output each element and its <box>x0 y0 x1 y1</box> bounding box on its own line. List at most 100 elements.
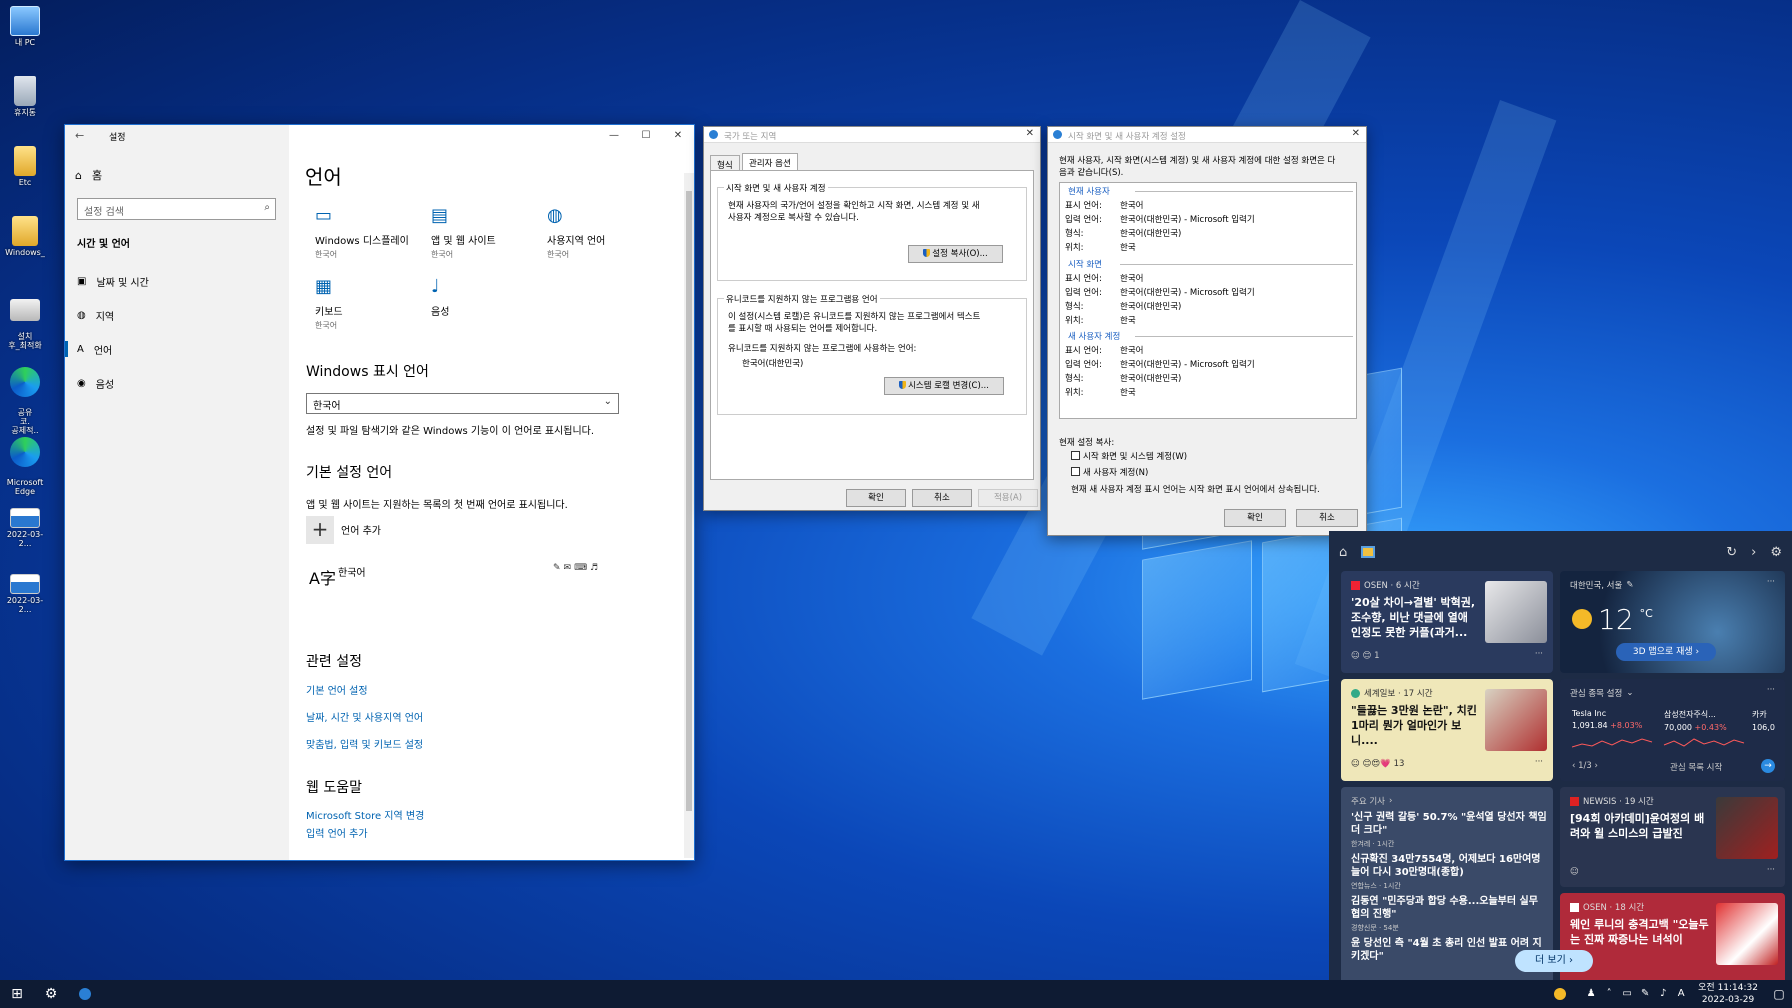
news-card[interactable]: 세계일보 · 17 시간 "들끓는 3만원 논란", 치킨 1마리 뭔가 얼마인… <box>1341 679 1553 781</box>
more-options-icon[interactable]: ··· <box>1767 577 1775 587</box>
desktop-icon-setup[interactable]: 설치 후_최적화 <box>2 290 48 350</box>
more-options-icon[interactable]: ··· <box>1535 757 1543 767</box>
weather-sun-icon[interactable] <box>1554 988 1567 1000</box>
tile-keyboard[interactable]: ▦ 키보드 한국어 <box>315 278 425 332</box>
apply-button[interactable]: 적용(A) <box>978 489 1038 507</box>
checkbox-welcome-system[interactable]: 시작 화면 및 시스템 계정(W) <box>1071 450 1187 462</box>
home-icon[interactable]: ⌂ <box>1339 545 1347 560</box>
cancel-button[interactable]: 취소 <box>1296 509 1358 527</box>
news-card[interactable]: NEWSIS · 19 시간 [94회 아카데미]윤여정의 배려와 윌 스미스의… <box>1560 787 1785 887</box>
nav-date-time[interactable]: ▣ 날짜 및 시간 <box>65 266 289 296</box>
globe-icon: ◍ <box>77 309 86 321</box>
settings-title: 설정 <box>109 133 126 143</box>
scrollbar[interactable] <box>684 173 694 858</box>
tile-apps-websites[interactable]: ▤ 앱 및 웹 사이트 한국어 <box>431 207 541 261</box>
add-language-label[interactable]: 언어 추가 <box>341 522 381 537</box>
prev-icon[interactable]: ‹ <box>1572 761 1575 771</box>
next-icon[interactable]: › <box>1595 761 1598 771</box>
desktop-icon-etc[interactable]: Etc <box>2 146 48 187</box>
arrow-right-icon[interactable]: → <box>1761 759 1775 773</box>
more-options-icon[interactable]: ··· <box>1767 685 1775 695</box>
news-photo <box>1485 689 1547 751</box>
top-story-1[interactable]: '신구 권력 갈등' 50.7% "윤석열 당선자 책임 더 크다" <box>1351 811 1547 837</box>
settings-search-input[interactable]: 설정 검색 ⌕ <box>77 198 276 220</box>
link-date-time-region[interactable]: 날짜, 시간 및 사용지역 언어 <box>306 709 423 724</box>
nav-home[interactable]: ⌂ 홈 <box>75 167 102 183</box>
gear-icon[interactable]: ⚙ <box>1770 545 1782 560</box>
checkbox-new-users[interactable]: 새 사용자 계정(N) <box>1071 466 1148 478</box>
checkbox-icon <box>1071 451 1080 460</box>
news-card[interactable]: OSEN · 6 시간 '20살 차이→결별' 박혁권, 조수향, 비난 댓글에… <box>1341 571 1553 673</box>
notification-icon[interactable]: ▢ <box>1766 987 1792 1001</box>
more-options-icon[interactable]: ··· <box>1767 865 1775 875</box>
nav-speech[interactable]: ◉ 음성 <box>65 368 289 398</box>
pc-icon <box>10 6 40 36</box>
show-more-button[interactable]: 더 보기 › <box>1515 950 1593 972</box>
desktop-icon-mypc[interactable]: 내 PC <box>2 6 48 47</box>
current-system-locale: 한국어(대한민국) <box>742 359 804 369</box>
close-button[interactable]: ✕ <box>1352 128 1360 139</box>
ok-button[interactable]: 확인 <box>846 489 906 507</box>
volume-icon[interactable]: ♪ <box>1656 987 1670 1001</box>
start-button[interactable]: ⊞ <box>0 980 34 1008</box>
ime-icon[interactable]: A <box>1674 987 1688 1001</box>
chevron-up-icon[interactable]: ˄ <box>1602 987 1616 1001</box>
tile-speech[interactable]: ♩ 음성 <box>431 278 541 319</box>
language-item[interactable]: 한국어 <box>338 564 366 579</box>
close-button[interactable]: ✕ <box>1026 128 1034 139</box>
watchlist-card[interactable]: 관심 종목 설정 ⌄ ··· Tesla Inc 1,091.84 +8.03% … <box>1560 679 1785 781</box>
pen-icon[interactable]: ✎ <box>1638 987 1652 1001</box>
settings-summary-box: 현재 사용자 표시 언어: 한국어 입력 언어: 한국어(대한민국) - Mic… <box>1059 182 1357 419</box>
nav-region[interactable]: ◍ 지역 <box>65 300 289 330</box>
news-photo <box>1716 797 1778 859</box>
taskbar-region-app[interactable] <box>68 980 102 1008</box>
play-3d-map-button[interactable]: 3D 맵으로 재생 › <box>1616 643 1716 661</box>
cancel-button[interactable]: 취소 <box>912 489 972 507</box>
desktop-icon-screenshot-2[interactable]: 2022-03-2... <box>2 574 48 614</box>
tab-formats[interactable]: 형식 <box>710 155 740 171</box>
people-icon[interactable]: ♟ <box>1584 987 1598 1001</box>
tile-regional-format[interactable]: ◍ 사용지역 언어 한국어 <box>547 207 657 261</box>
chevron-down-icon[interactable]: ⌄ <box>1626 688 1633 698</box>
display-language-select[interactable]: 한국어 ⌄ <box>306 393 619 414</box>
clock[interactable]: 오전 11:14:32 2022-03-29 <box>1698 982 1758 1006</box>
tile-windows-display[interactable]: ▭ Windows 디스플레이 한국어 <box>315 207 425 261</box>
news-widgets-panel: ⌂ ↻ › ⚙ OSEN · 6 시간 '20살 차이→결별' 박혁권, 조수향… <box>1329 531 1792 980</box>
news-card[interactable]: OSEN · 18 시간 웨인 루니의 충격고백 "오늘두는 진짜 짜증나는 녀… <box>1560 893 1785 980</box>
chevron-right-icon[interactable]: › <box>1751 545 1756 560</box>
start-watchlist-link[interactable]: 관심 목록 시작 <box>1670 761 1722 773</box>
weather-tab-icon[interactable] <box>1361 546 1376 558</box>
scrollbar-thumb[interactable] <box>686 191 692 811</box>
more-options-icon[interactable]: ··· <box>1535 649 1543 659</box>
link-store-region[interactable]: Microsoft Store 지역 변경 <box>306 807 424 822</box>
weather-card[interactable]: 대한민국, 서울 ✎ ··· 12 °C 3D 맵으로 재생 › <box>1560 571 1785 673</box>
link-add-input-language[interactable]: 입력 언어 추가 <box>306 825 368 840</box>
desktop-icon-screenshot-1[interactable]: 2022-03-2... <box>2 508 48 548</box>
edit-icon[interactable]: ✎ <box>1626 580 1633 590</box>
link-admin-language[interactable]: 기본 언어 설정 <box>306 682 368 697</box>
chevron-right-icon: › <box>1388 796 1393 806</box>
desktop-icon-edge-share[interactable]: 공유 코. 공제적.. <box>2 358 48 435</box>
welcome-dialog-titlebar: 시작 화면 및 새 사용자 계정 설정 ✕ <box>1048 127 1366 143</box>
home-icon: ⌂ <box>75 168 82 182</box>
tab-administrative[interactable]: 관리자 옵션 <box>742 153 798 171</box>
top-story-3[interactable]: 김동연 "민주당과 합당 수용...오늘부터 실무 협의 진행" <box>1351 895 1547 921</box>
news-photo <box>1485 581 1547 643</box>
back-arrow-icon[interactable]: ← <box>75 129 84 142</box>
nav-language[interactable]: A 언어 <box>65 334 289 364</box>
reaction-icon[interactable]: ☺ <box>1570 867 1579 877</box>
desktop-icon-windows[interactable]: Windows_ <box>2 216 48 257</box>
taskbar-settings[interactable]: ⚙ <box>34 980 68 1008</box>
link-spelling-typing[interactable]: 맞춤법, 입력 및 키보드 설정 <box>306 736 423 751</box>
search-icon: ⌕ <box>264 202 270 213</box>
ok-button[interactable]: 확인 <box>1224 509 1286 527</box>
add-language-button[interactable]: + <box>306 516 334 544</box>
system-tray: ♟ ˄ ▭ ✎ ♪ A 오전 11:14:32 2022-03-29 ▢ <box>1552 980 1792 1008</box>
change-system-locale-button[interactable]: 시스템 로캘 변경(C)... <box>884 377 1004 395</box>
top-story-2[interactable]: 신규확진 34만7554명, 어제보다 16만여명 늘어 다시 30만명대(종합… <box>1351 853 1547 879</box>
desktop-icon-recycle[interactable]: 휴지통 <box>2 76 48 117</box>
desktop-icon-edge[interactable]: Microsoft Edge <box>2 428 48 496</box>
network-icon[interactable]: ▭ <box>1620 987 1634 1001</box>
copy-settings-button[interactable]: 설정 복사(O)... <box>908 245 1003 263</box>
refresh-icon[interactable]: ↻ <box>1726 545 1737 560</box>
